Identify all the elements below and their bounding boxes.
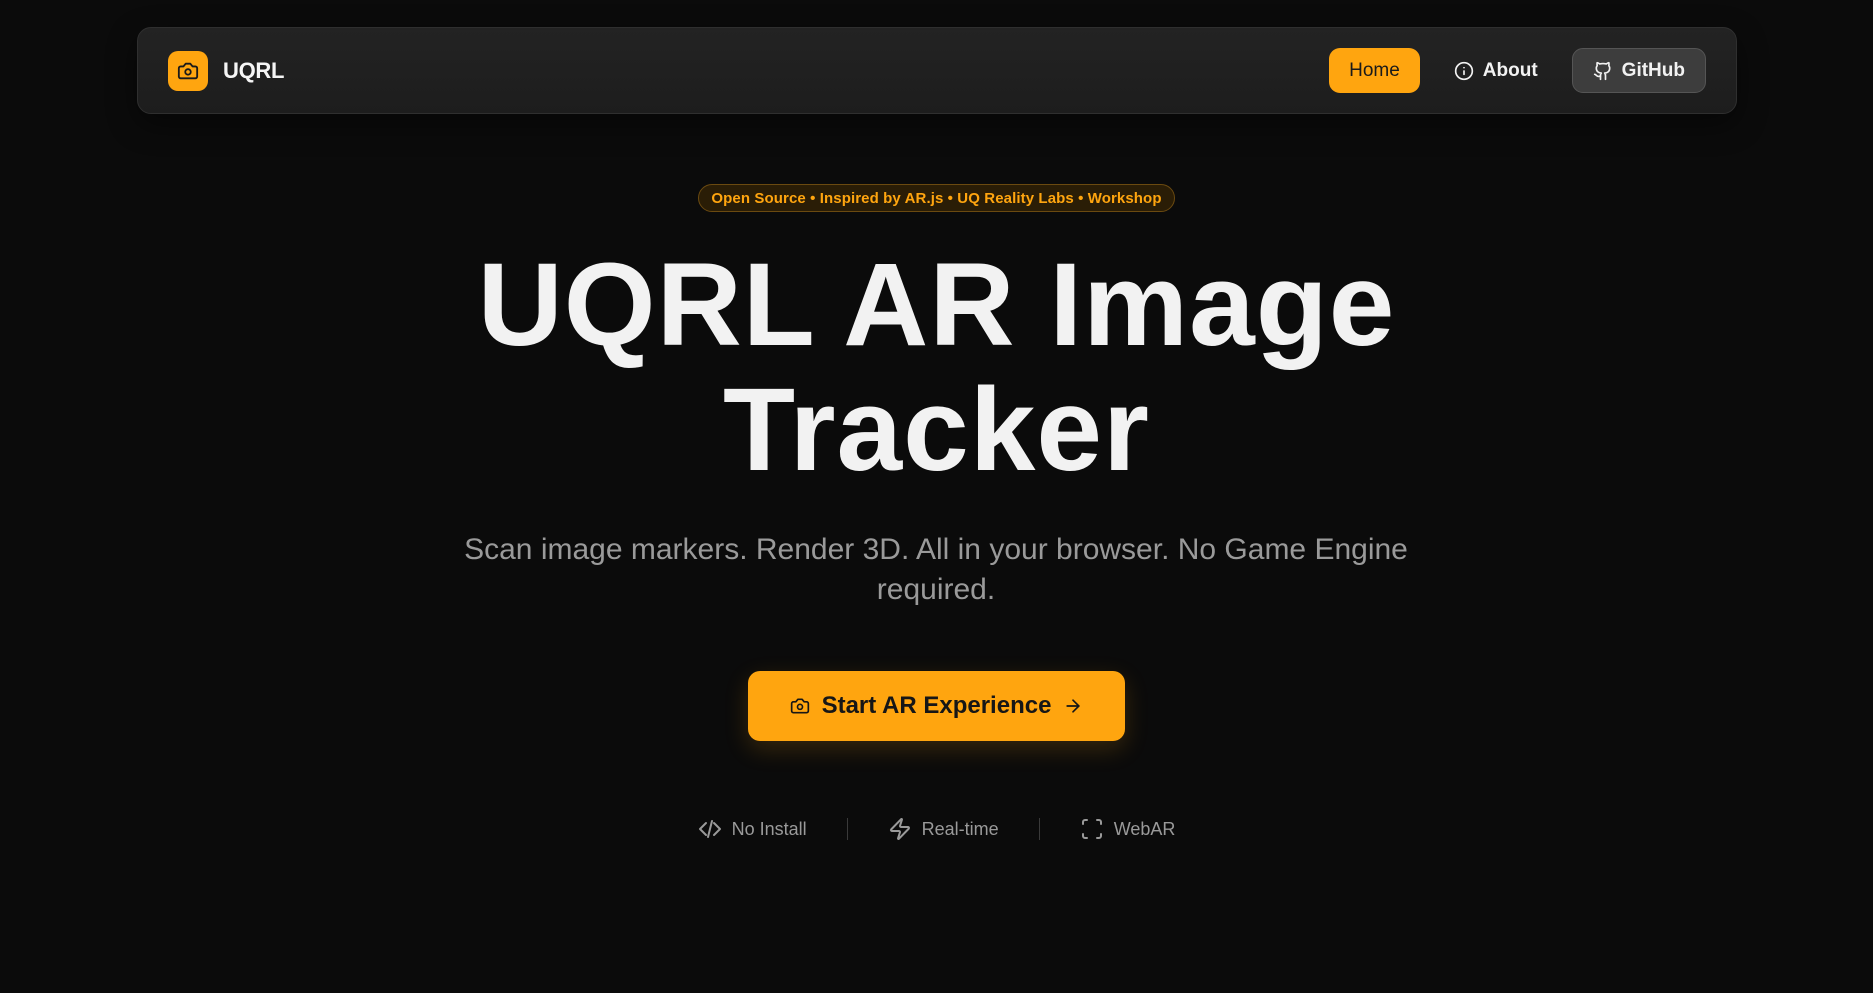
nav-about-button[interactable]: About xyxy=(1436,48,1556,93)
camera-icon xyxy=(790,696,810,716)
brand-badge xyxy=(168,50,208,91)
arrow-right-icon xyxy=(1063,696,1083,716)
github-icon xyxy=(1593,61,1613,81)
tagline-badge: Open Source • Inspired by AR.js • UQ Rea… xyxy=(698,184,1175,212)
code-icon xyxy=(698,817,722,841)
nav-home-label: Home xyxy=(1349,59,1400,81)
nav-about-label: About xyxy=(1482,59,1538,81)
nav-links: Home About GitHub xyxy=(1329,48,1706,93)
hero-title: UQRL AR Image Tracker xyxy=(0,243,1873,493)
feature-label: WebAR xyxy=(1113,818,1176,839)
hero-subtitle: Scan image markers. Render 3D. All in yo… xyxy=(464,533,1408,606)
brand-logo-link[interactable]: UQRL xyxy=(168,50,285,91)
nav-github-label: GitHub xyxy=(1621,59,1685,81)
start-ar-button[interactable]: Start AR Experience xyxy=(748,671,1125,741)
feature-list: No Install Real-time WebAR xyxy=(0,817,1873,841)
camera-icon xyxy=(177,60,199,82)
info-icon xyxy=(1454,61,1474,81)
start-ar-button-label: Start AR Experience xyxy=(821,692,1052,719)
top-navbar: UQRL Home About GitHub xyxy=(137,27,1737,114)
scan-frame-icon xyxy=(1080,817,1104,841)
hero-title-line-2: Tracker xyxy=(723,364,1150,496)
feature-item-real-time: Real-time xyxy=(848,817,1039,841)
feature-label: No Install xyxy=(731,818,807,839)
lightning-icon xyxy=(888,817,912,841)
nav-github-button[interactable]: GitHub xyxy=(1571,48,1706,93)
brand-name: UQRL xyxy=(223,57,285,83)
feature-item-no-install: No Install xyxy=(658,817,847,841)
feature-label: Real-time xyxy=(921,818,999,839)
hero-title-line-1: UQRL AR Image xyxy=(477,239,1396,371)
tagline-text: Open Source • Inspired by AR.js • UQ Rea… xyxy=(711,189,1162,207)
feature-item-webar: WebAR xyxy=(1040,817,1216,841)
nav-home-button[interactable]: Home xyxy=(1329,48,1420,93)
